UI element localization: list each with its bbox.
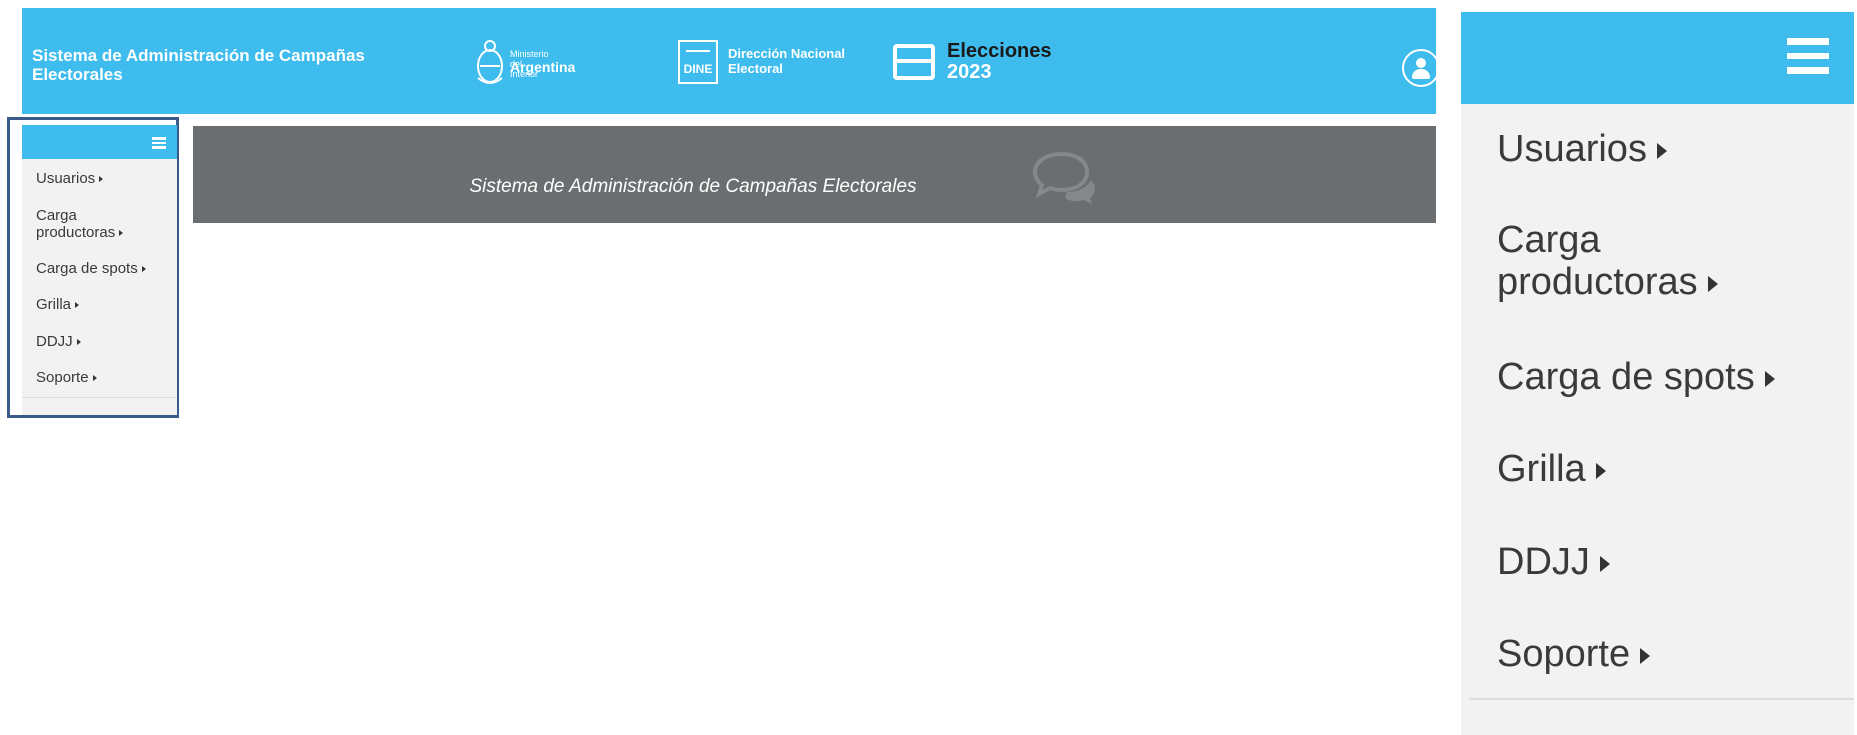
elections-year: 2023 [947, 61, 992, 83]
ballot-box-icon [893, 44, 935, 80]
sidebar-item-grilla[interactable]: Grilla [1497, 448, 1606, 490]
sidebar-menu: Usuarios Carga productoras Carga de spot… [22, 125, 177, 415]
caret-right-icon [1764, 370, 1775, 387]
elections-logo: Elecciones 2023 [947, 41, 1052, 83]
sidebar-item-carga-productoras[interactable]: Carga productoras [36, 207, 124, 241]
dine-badge: DINE [678, 40, 718, 84]
elections-title: Elecciones [947, 40, 1052, 62]
dine-text: Dirección Nacional Electoral [728, 46, 846, 76]
caret-right-icon [1656, 142, 1667, 159]
sidebar-item-label: Grilla [1497, 448, 1586, 490]
coat-of-arms-icon [477, 40, 503, 84]
sidebar-divider [1469, 698, 1854, 700]
sidebar-item-soporte[interactable]: Soporte [36, 369, 97, 386]
caret-right-icon [1599, 555, 1610, 572]
top-header: Sistema de Administración de Campañas El… [22, 8, 1440, 114]
caret-right-icon [99, 176, 104, 183]
sidebar-item-usuarios[interactable]: Usuarios [36, 170, 104, 187]
sidebar-item-label: DDJJ [36, 333, 73, 350]
caret-right-icon [1640, 647, 1651, 664]
sidebar-item-label: Soporte [36, 369, 89, 386]
welcome-banner: Sistema de Administración de Campañas El… [193, 126, 1436, 223]
sidebar-item-carga-de-spots[interactable]: Carga de spots [36, 260, 146, 277]
caret-right-icon [1707, 275, 1718, 292]
sidebar-item-label: DDJJ [1497, 541, 1590, 583]
sidebar-item-ddjj[interactable]: DDJJ [36, 333, 81, 350]
caret-right-icon [92, 375, 97, 382]
sidebar-item-usuarios[interactable]: Usuarios [1497, 128, 1667, 170]
caret-right-icon [119, 230, 124, 237]
user-icon[interactable] [1402, 49, 1440, 87]
sidebar-item-carga-productoras[interactable]: Carga productoras [1497, 219, 1718, 303]
sidebar-item-label: Usuarios [1497, 128, 1647, 170]
sidebar-divider [22, 397, 177, 398]
sidebar-item-grilla[interactable]: Grilla [36, 296, 80, 313]
ministry-line2: Argentina [510, 59, 576, 75]
sidebar-item-ddjj[interactable]: DDJJ [1497, 541, 1610, 583]
hamburger-icon[interactable] [152, 137, 166, 149]
caret-right-icon [76, 339, 81, 346]
sidebar-header-zoomed [1461, 12, 1854, 104]
app-title: Sistema de Administración de Campañas El… [32, 46, 365, 84]
hamburger-icon[interactable] [1787, 38, 1829, 74]
sidebar-item-label: Grilla [36, 296, 72, 313]
sidebar-header [22, 125, 177, 159]
sidebar-item-label: Carga de spots [1497, 356, 1755, 398]
sidebar-menu-zoomed: Usuarios Carga productoras Carga de spot… [1461, 12, 1854, 735]
sidebar-item-label: Carga productoras [1497, 219, 1698, 303]
sidebar-item-label: Carga productoras [36, 207, 116, 241]
sidebar-item-label: Usuarios [36, 170, 96, 187]
chat-bubbles-icon [1032, 152, 1095, 204]
sidebar-item-label: Carga de spots [36, 260, 138, 277]
caret-right-icon [1595, 462, 1606, 479]
sidebar-item-carga-de-spots[interactable]: Carga de spots [1497, 356, 1775, 398]
sidebar-item-soporte[interactable]: Soporte [1497, 633, 1651, 675]
caret-right-icon [75, 302, 80, 309]
sidebar-item-label: Soporte [1497, 633, 1631, 675]
caret-right-icon [141, 266, 146, 273]
